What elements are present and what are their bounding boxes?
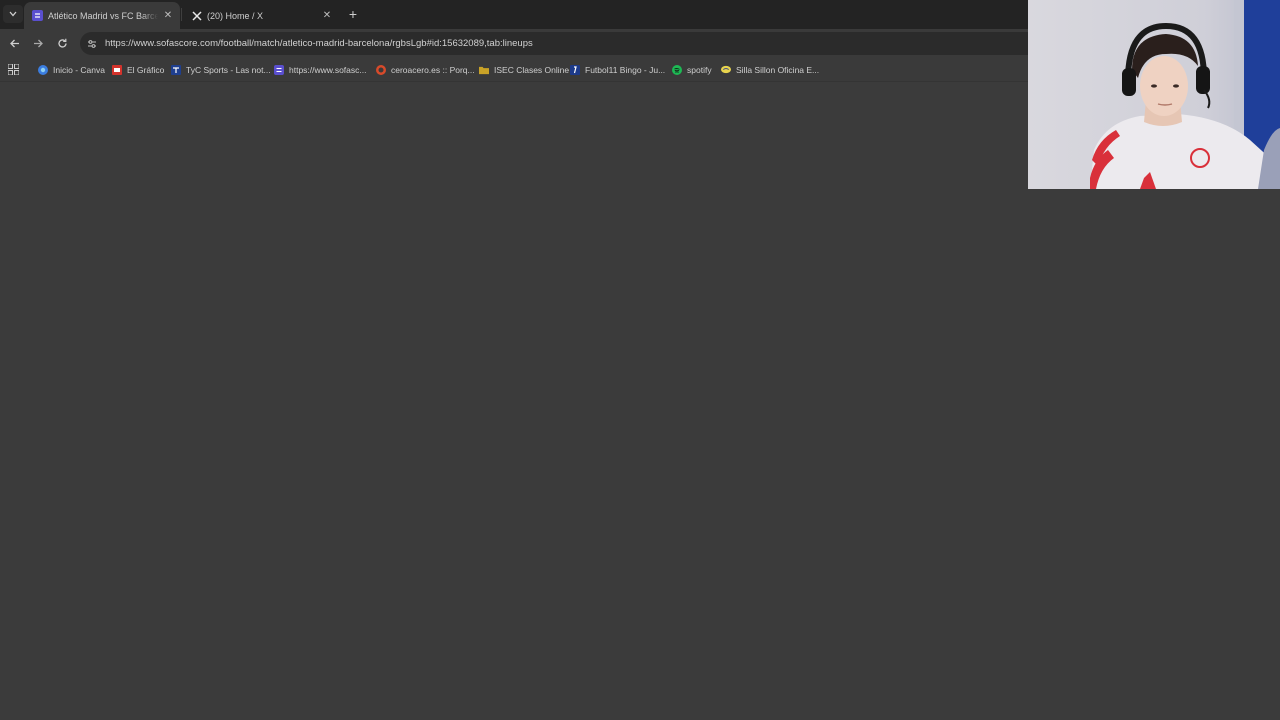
- bookmark-spotify[interactable]: spotify: [672, 62, 712, 77]
- sofascore-icon: [274, 64, 284, 75]
- close-icon[interactable]: ✕: [321, 10, 333, 22]
- tab-separator: [181, 8, 182, 21]
- bookmark-label: El Gráfico: [127, 64, 165, 75]
- bookmark-silla-sillon[interactable]: Silla Sillon Oficina E...: [721, 62, 819, 77]
- tab-title: Atlético Madrid vs FC Barcelona: [48, 10, 158, 21]
- close-icon[interactable]: ✕: [162, 10, 174, 22]
- arrow-right-icon: [34, 39, 43, 48]
- bookmark-futbol11[interactable]: Futbol11 Bingo - Ju...: [570, 62, 665, 77]
- tab-search-button[interactable]: [3, 5, 23, 23]
- bookmark-isec-folder[interactable]: ISEC Clases Online: [479, 62, 569, 77]
- back-button[interactable]: [6, 35, 23, 52]
- folder-icon: [479, 65, 489, 75]
- reload-icon: [58, 38, 67, 48]
- x-logo-icon: [191, 10, 202, 21]
- bookmark-ceroacero[interactable]: ceroacero.es :: Porq...: [376, 62, 475, 77]
- mercadolibre-icon: [721, 65, 731, 75]
- bookmark-label: Inicio - Canva: [53, 64, 105, 75]
- site-info-icon[interactable]: [84, 36, 100, 52]
- bookmark-label: TyC Sports - Las not...: [186, 64, 271, 75]
- plus-icon: +: [348, 6, 358, 22]
- bookmark-label: ceroacero.es :: Porq...: [391, 64, 475, 75]
- bookmark-tyc-sports[interactable]: TyC Sports - Las not...: [171, 62, 271, 77]
- tab-x-home[interactable]: (20) Home / X ✕: [183, 2, 339, 29]
- bookmark-canva[interactable]: Inicio - Canva: [38, 62, 105, 77]
- bookmark-label: Silla Sillon Oficina E...: [736, 64, 820, 75]
- bookmark-sofascore[interactable]: https://www.sofasc...: [274, 62, 366, 77]
- bookmark-label: Futbol11 Bingo - Ju...: [585, 64, 666, 75]
- bookmark-label: ISEC Clases Online: [494, 64, 570, 75]
- el-grafico-icon: [112, 64, 122, 75]
- canva-icon: [38, 64, 48, 75]
- sofascore-icon: [32, 10, 43, 21]
- ceroacero-icon: [376, 64, 386, 75]
- browser-window: Atlético Madrid vs FC Barcelona ✕ (20) H…: [0, 0, 1280, 720]
- apps-grid-icon[interactable]: [7, 63, 20, 76]
- tab-sofascore[interactable]: Atlético Madrid vs FC Barcelona ✕: [24, 2, 180, 29]
- address-bar[interactable]: https://www.sofascore.com/football/match…: [80, 32, 1040, 55]
- arrow-left-icon: [10, 39, 19, 48]
- new-tab-button[interactable]: +: [345, 6, 361, 22]
- forward-button[interactable]: [30, 35, 47, 52]
- tab-title: (20) Home / X: [207, 10, 264, 21]
- spotify-icon: [672, 64, 682, 75]
- bookmark-el-grafico[interactable]: El Gráfico: [112, 62, 164, 77]
- streamer-webcam-image: [1028, 0, 1280, 189]
- chevron-down-icon: [9, 11, 17, 17]
- bookmark-label: https://www.sofasc...: [289, 64, 367, 75]
- tyc-icon: [171, 64, 181, 75]
- futbol11-icon: [570, 64, 580, 75]
- webcam-overlay: [1028, 0, 1280, 189]
- reload-button[interactable]: [54, 35, 71, 52]
- bookmark-label: spotify: [687, 64, 712, 75]
- url-text[interactable]: https://www.sofascore.com/football/match…: [105, 38, 533, 49]
